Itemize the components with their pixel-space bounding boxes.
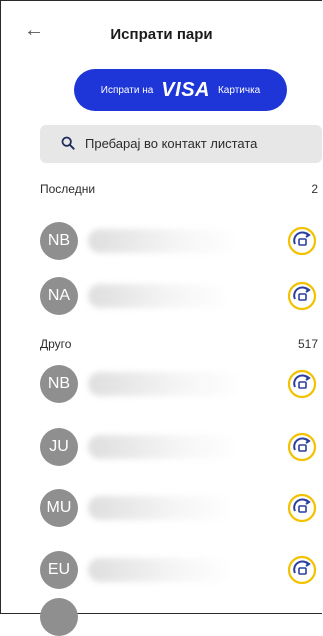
header: ← Испрати пари	[0, 0, 323, 60]
section-recent-count: 2	[311, 182, 318, 196]
avatar: NA	[40, 277, 78, 315]
section-other-count: 517	[297, 337, 318, 351]
avatar	[40, 598, 78, 636]
avatar: NB	[40, 365, 78, 403]
contact-row[interactable]: NB	[40, 362, 322, 406]
contact-name-redacted	[88, 372, 243, 396]
contact-row[interactable]: EU	[40, 548, 322, 592]
contact-row[interactable]: NA	[40, 274, 322, 318]
contact-name-redacted	[88, 496, 233, 520]
avatar: MU	[40, 489, 78, 527]
section-recent: Последни 2	[40, 182, 322, 196]
contact-row[interactable]: NB	[40, 219, 322, 263]
contact-row[interactable]: JU	[40, 425, 322, 469]
send-money-icon[interactable]	[286, 225, 318, 257]
section-other-label: Друго	[40, 337, 72, 351]
visa-logo: VISA	[161, 78, 210, 101]
contact-row[interactable]: MU	[40, 486, 322, 530]
page-title: Испрати пари	[110, 26, 213, 43]
send-to-visa-card-button[interactable]: Испрати на VISA Картичка	[74, 69, 287, 111]
search-icon	[61, 136, 75, 150]
search-placeholder: Пребарај во контакт листата	[85, 136, 258, 151]
contact-name-redacted	[88, 229, 238, 253]
contact-name-redacted	[88, 435, 238, 459]
contact-search-input[interactable]: Пребарај во контакт листата	[40, 125, 322, 163]
avatar: EU	[40, 551, 78, 589]
visa-button-prefix: Испрати на	[100, 84, 154, 96]
send-money-icon[interactable]	[286, 280, 318, 312]
send-money-icon[interactable]	[286, 431, 318, 463]
send-money-icon[interactable]	[286, 554, 318, 586]
section-other: Друго 517	[40, 337, 322, 351]
visa-button-suffix: Картичка	[217, 84, 261, 96]
avatar: JU	[40, 428, 78, 466]
contact-name-redacted	[88, 284, 228, 308]
avatar: NB	[40, 222, 78, 260]
send-money-icon[interactable]	[286, 368, 318, 400]
section-recent-label: Последни	[40, 182, 96, 196]
contact-name-redacted	[88, 558, 233, 582]
send-money-icon[interactable]	[286, 492, 318, 524]
